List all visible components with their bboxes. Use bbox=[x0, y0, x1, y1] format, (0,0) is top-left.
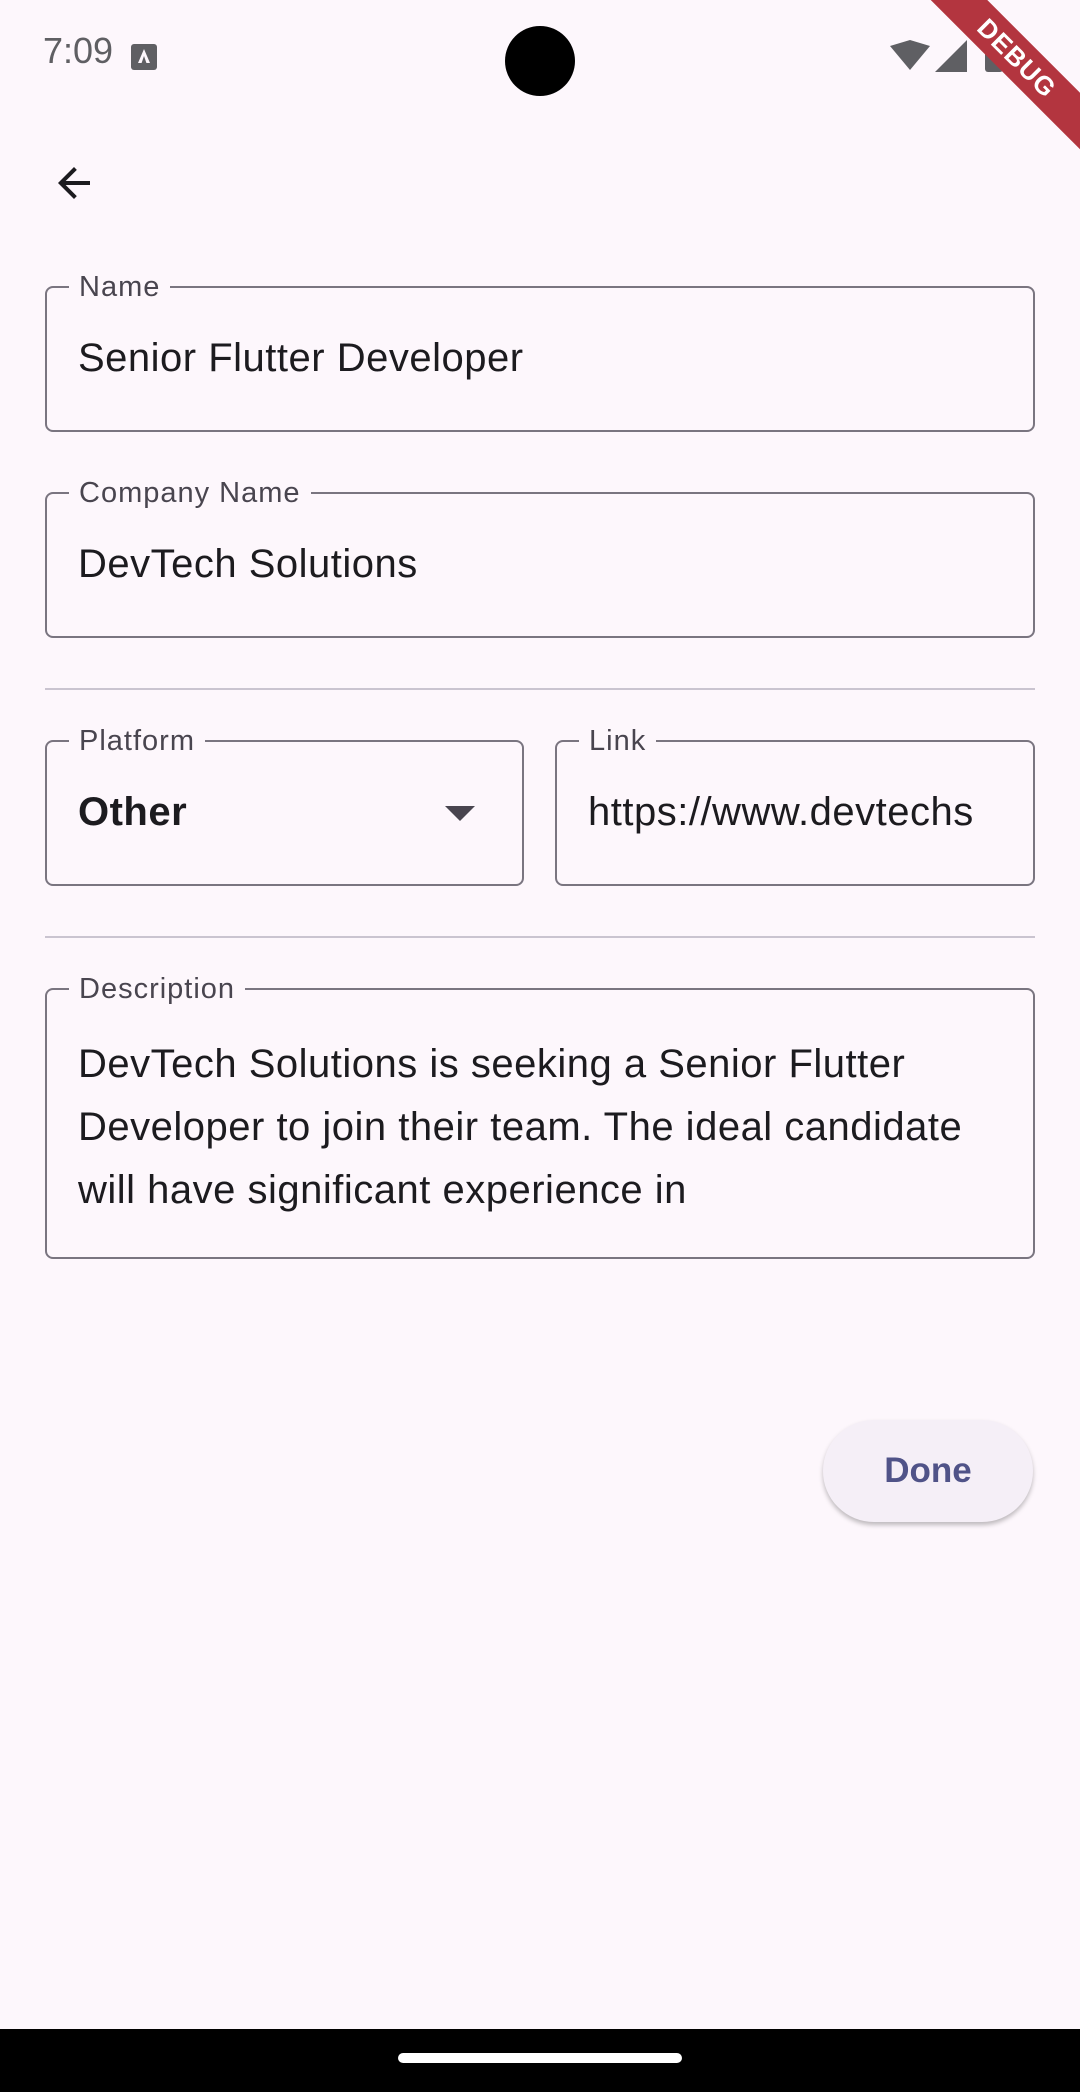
navigation-bar bbox=[0, 2029, 1080, 2092]
arrow-back-icon bbox=[58, 167, 90, 199]
name-label: Name bbox=[69, 271, 171, 303]
divider bbox=[45, 936, 1035, 938]
description-value[interactable]: DevTech Solutions is seeking a Senior Fl… bbox=[78, 1033, 997, 1222]
platform-value[interactable]: Other bbox=[78, 790, 502, 835]
name-field[interactable]: Name Senior Flutter Developer bbox=[45, 271, 1035, 432]
battery-icon bbox=[985, 38, 1003, 72]
description-field[interactable]: Description DevTech Solutions is seeking… bbox=[45, 973, 1035, 1259]
company-name-label: Company Name bbox=[69, 477, 311, 509]
link-value[interactable]: https://www.devtechs bbox=[588, 790, 1005, 835]
arrow-drop-down-icon[interactable] bbox=[445, 806, 475, 821]
platform-label: Platform bbox=[69, 725, 205, 757]
description-label: Description bbox=[69, 973, 246, 1005]
status-time: 7:09 bbox=[43, 30, 114, 71]
link-label: Link bbox=[579, 725, 657, 757]
done-button[interactable]: Done bbox=[823, 1420, 1033, 1522]
wifi-icon bbox=[890, 40, 930, 70]
status-bar: 7:09 bbox=[0, 0, 1080, 112]
company-name-value[interactable]: DevTech Solutions bbox=[78, 542, 1013, 587]
divider bbox=[45, 688, 1035, 690]
camera-cutout bbox=[505, 26, 575, 96]
company-name-field[interactable]: Company Name DevTech Solutions bbox=[45, 477, 1035, 638]
name-value[interactable]: Senior Flutter Developer bbox=[78, 336, 1013, 381]
link-field[interactable]: Link https://www.devtechs bbox=[555, 725, 1035, 886]
platform-dropdown[interactable]: Platform Other bbox=[45, 725, 524, 886]
notification-icon bbox=[131, 44, 157, 70]
signal-icon bbox=[935, 40, 967, 72]
back-button[interactable] bbox=[34, 143, 114, 223]
home-handle[interactable] bbox=[398, 2053, 682, 2063]
